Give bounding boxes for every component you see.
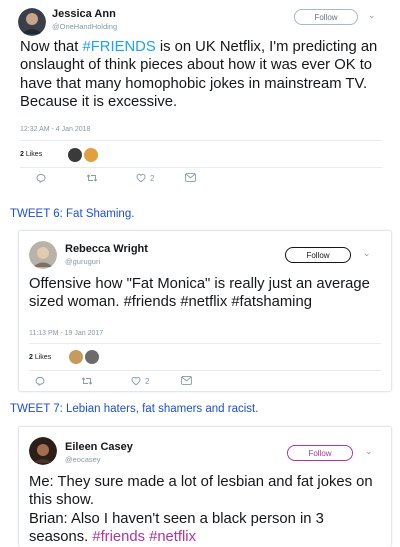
reply-button[interactable]	[35, 376, 45, 386]
direct-message-button[interactable]	[185, 173, 196, 182]
timestamp[interactable]: 11:13 PM - 19 Jan 2017	[29, 330, 103, 337]
tweet-jessica-ann: Jessica Ann @OneHandHolding Follow ⌄ Now…	[10, 0, 392, 196]
like-count: 2	[150, 173, 155, 183]
hashtag-link[interactable]: #friends #netflix	[92, 529, 196, 545]
divider	[20, 167, 382, 168]
follow-button[interactable]: Follow	[294, 9, 358, 25]
divider	[20, 140, 382, 141]
retweet-button[interactable]	[81, 376, 93, 386]
retweet-icon	[86, 173, 98, 183]
likes-label: Likes	[34, 354, 52, 361]
avatar[interactable]	[29, 437, 57, 465]
like-count: 2	[145, 376, 150, 386]
chevron-down-icon[interactable]: ⌄	[365, 446, 373, 457]
follow-button[interactable]: Follow	[285, 247, 351, 263]
user-handle[interactable]: @OneHandHolding	[52, 22, 117, 31]
likes-label: Likes	[25, 151, 43, 158]
liker-avatar[interactable]	[68, 148, 82, 162]
divider	[29, 343, 381, 344]
tweet-text: Offensive how "Fat Monica" is really jus…	[29, 276, 370, 311]
tweet-rebecca-wright: Rebecca Wright @guruguri Follow ⌄ Offens…	[18, 230, 392, 392]
heart-icon	[131, 376, 141, 386]
likes-count: 2	[20, 151, 24, 158]
likes-count: 2	[29, 354, 33, 361]
like-button[interactable]: 2	[136, 173, 154, 183]
tweet-eileen-casey: Eileen Casey @eocasey Follow ⌄ Me: They …	[18, 426, 392, 547]
retweet-icon	[81, 376, 93, 386]
user-handle[interactable]: @eocasey	[65, 455, 101, 464]
tweet-text-line: Brian: Also I haven't seen a black perso…	[29, 510, 385, 547]
section-label-tweet-7: TWEET 7: Lebian haters, fat shamers and …	[10, 403, 259, 415]
reply-button[interactable]	[36, 173, 46, 183]
direct-message-icon	[181, 376, 192, 385]
chevron-down-icon[interactable]: ⌄	[368, 10, 376, 21]
display-name[interactable]: Rebecca Wright	[65, 243, 148, 255]
display-name[interactable]: Jessica Ann	[52, 8, 116, 20]
reply-icon	[35, 376, 45, 386]
likes-summary[interactable]: 2 Likes	[20, 151, 42, 158]
heart-icon	[136, 173, 146, 183]
chevron-down-icon[interactable]: ⌄	[363, 248, 371, 259]
avatar[interactable]	[29, 241, 57, 269]
liker-avatar[interactable]	[84, 148, 98, 162]
tweet-text-line: Me: They sure made a lot of lesbian and …	[29, 474, 373, 509]
avatar[interactable]	[18, 8, 46, 36]
liker-avatar[interactable]	[69, 350, 83, 364]
tweet-text: Now that #FRIENDS is on UK Netflix, I'm …	[20, 38, 382, 111]
timestamp[interactable]: 12:32 AM - 4 Jan 2018	[20, 126, 90, 133]
tweet-text: Me: They sure made a lot of lesbian and …	[29, 473, 385, 546]
retweet-button[interactable]	[86, 173, 98, 183]
likes-summary[interactable]: 2 Likes	[29, 354, 51, 361]
tweet-text-part: Now that	[20, 39, 83, 55]
like-button[interactable]: 2	[131, 376, 149, 386]
section-label-tweet-6: TWEET 6: Fat Shaming.	[10, 208, 135, 220]
follow-button[interactable]: Follow	[287, 445, 353, 461]
direct-message-icon	[185, 173, 196, 182]
divider	[29, 370, 381, 371]
direct-message-button[interactable]	[181, 376, 192, 385]
liker-avatar[interactable]	[85, 350, 99, 364]
display-name[interactable]: Eileen Casey	[65, 441, 133, 453]
hashtag-link[interactable]: #FRIENDS	[83, 39, 156, 55]
reply-icon	[36, 173, 46, 183]
user-handle[interactable]: @guruguri	[65, 257, 100, 266]
